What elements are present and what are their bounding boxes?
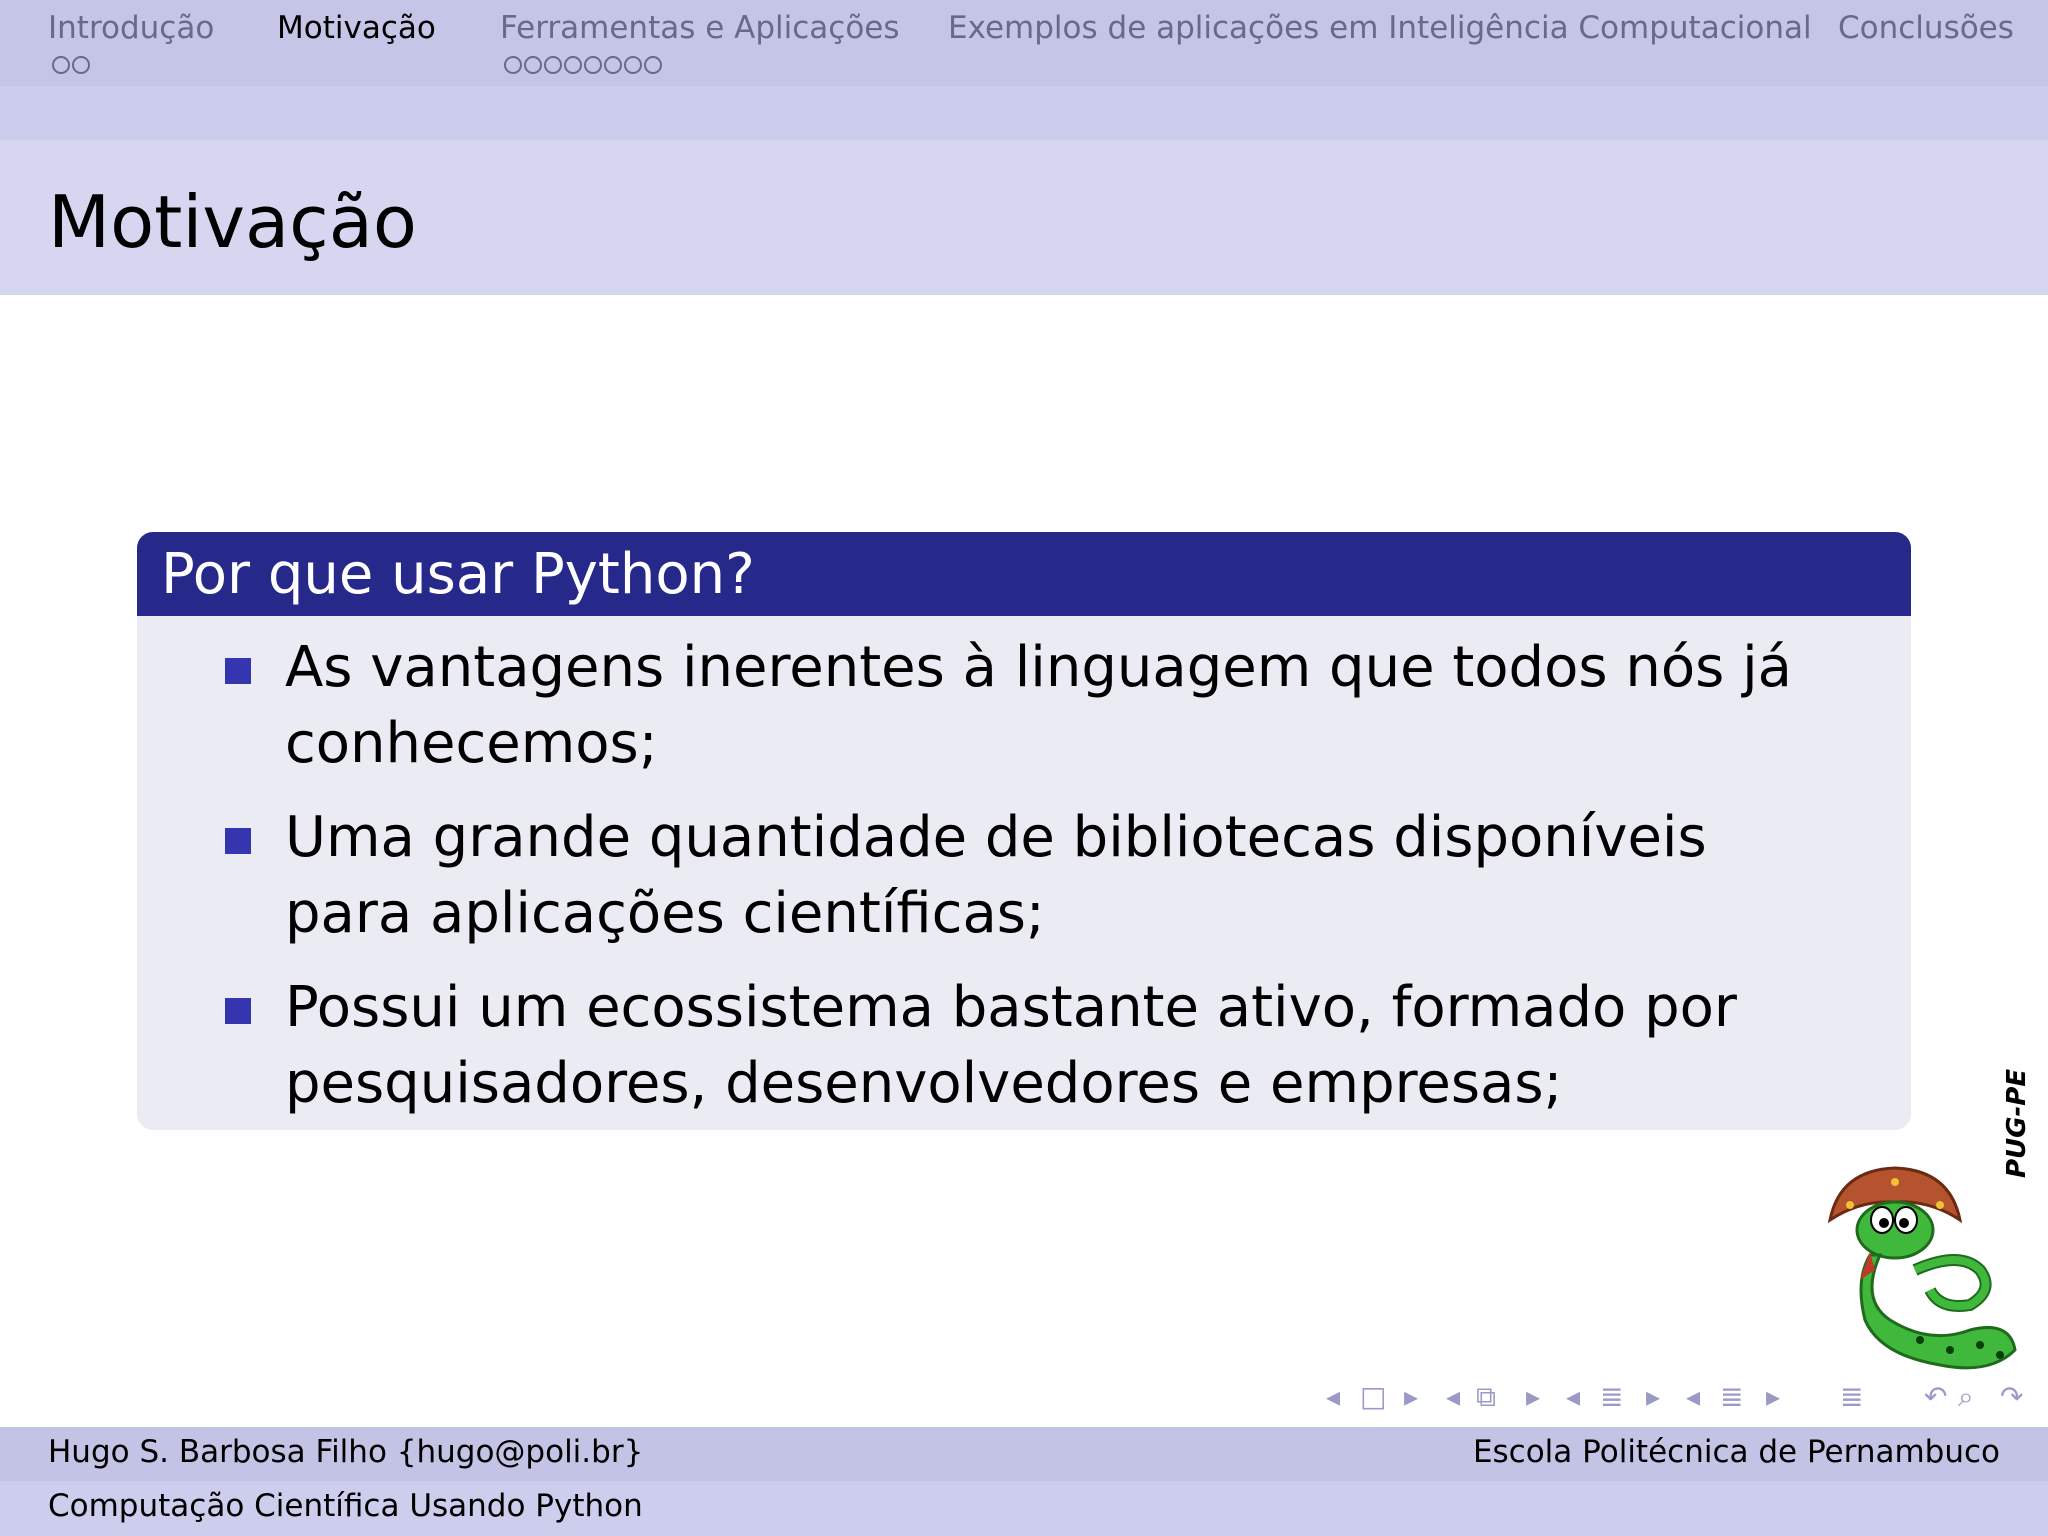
subsection-dot[interactable] [624, 56, 642, 74]
nav-section-introducao[interactable]: Introdução [48, 10, 214, 46]
subsection-dot[interactable] [504, 56, 522, 74]
pug-pe-snake-logo-icon [1827, 1166, 2017, 1370]
list-item-text: As vantagens inerentes à linguagem que t… [285, 635, 1792, 776]
subsection-dot[interactable] [524, 56, 542, 74]
nav-section-conclusoes[interactable]: Conclusões [1838, 10, 2014, 46]
frame-icon[interactable]: □ [1360, 1380, 1386, 1413]
square-bullet-icon [225, 828, 251, 854]
next-document-arrow-icon[interactable]: ▸ [1766, 1380, 1780, 1413]
next-subsection-arrow-icon[interactable]: ▸ [1526, 1380, 1540, 1413]
subsection-dot[interactable] [644, 56, 662, 74]
nav-section-motivacao[interactable]: Motivação [277, 10, 436, 46]
subsection-dot[interactable] [584, 56, 602, 74]
forward-icon[interactable]: ↷ [2000, 1380, 2023, 1413]
logo-text: PUG-PE [2002, 1068, 2032, 1178]
list-item-text: Uma grande quantidade de bibliotecas dis… [285, 805, 1707, 946]
section-icon[interactable]: ≣ [1600, 1380, 1623, 1413]
search-icon[interactable]: ⌕ [1958, 1380, 1974, 1414]
beamer-navigation-controls: ◂ □ ▸ ◂ ⧉ ▸ ◂ ≣ ▸ ◂ ≣ ▸ ≣ ↶ ⌕ ↷ [1320, 1380, 2040, 1416]
block-title: Por que usar Python? [161, 542, 755, 607]
subsection-dot[interactable] [564, 56, 582, 74]
prev-subsection-arrow-icon[interactable]: ◂ [1446, 1380, 1460, 1413]
section-navigation-bar: Introdução Motivação Ferramentas e Aplic… [0, 0, 2048, 86]
list-item-text: Possui um ecossistema bastante ativo, fo… [285, 975, 1737, 1116]
back-icon[interactable]: ↶ [1924, 1380, 1947, 1413]
prev-document-arrow-icon[interactable]: ◂ [1686, 1380, 1700, 1413]
square-bullet-icon [225, 658, 251, 684]
nav-section-exemplos[interactable]: Exemplos de aplicações em Inteligência C… [948, 10, 1812, 46]
prev-frame-arrow-icon[interactable]: ◂ [1326, 1380, 1340, 1413]
nav-section-ferramentas[interactable]: Ferramentas e Aplicações [500, 10, 900, 46]
next-frame-arrow-icon[interactable]: ▸ [1404, 1380, 1418, 1413]
page-title: Motivação [48, 180, 417, 264]
subsection-dot[interactable] [544, 56, 562, 74]
subsection-dot[interactable] [52, 56, 70, 74]
footer-talk-title: Computação Científica Usando Python [48, 1488, 643, 1524]
appendix-icon[interactable]: ≣ [1840, 1380, 1863, 1413]
subsection-dot[interactable] [72, 56, 90, 74]
subsection-icon[interactable]: ⧉ [1476, 1380, 1496, 1414]
document-icon[interactable]: ≣ [1720, 1380, 1743, 1413]
nav-subsection-dots-introducao [52, 56, 90, 74]
nav-subsection-dots-ferramentas [504, 56, 662, 74]
prev-section-arrow-icon[interactable]: ◂ [1566, 1380, 1580, 1413]
subsection-dot[interactable] [604, 56, 622, 74]
content-block: Por que usar Python? As vantagens ineren… [137, 532, 1911, 1130]
block-body: As vantagens inerentes à linguagem que t… [137, 616, 1911, 1130]
footer-author: Hugo S. Barbosa Filho {hugo@poli.br} [48, 1434, 644, 1470]
next-section-arrow-icon[interactable]: ▸ [1646, 1380, 1660, 1413]
square-bullet-icon [225, 998, 251, 1024]
footer-institution: Escola Politécnica de Pernambuco [1472, 1434, 2000, 1470]
block-header: Por que usar Python? [137, 532, 1911, 616]
navigation-subband [0, 86, 2048, 140]
